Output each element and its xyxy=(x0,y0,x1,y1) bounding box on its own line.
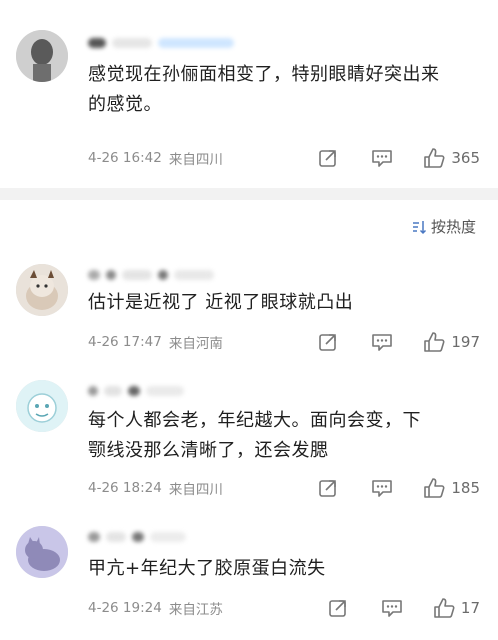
comment-text: 甲亢+年纪大了胶原蛋白流失 xyxy=(88,554,476,584)
username-redacted[interactable] xyxy=(88,264,214,286)
reply-button[interactable] xyxy=(381,598,403,618)
avatar-image xyxy=(16,30,68,82)
comment-actions: 185 xyxy=(317,476,480,500)
share-button[interactable] xyxy=(317,478,339,498)
thumbs-up-icon xyxy=(424,478,445,498)
comment-actions: 17 xyxy=(327,596,480,620)
sort-icon xyxy=(412,220,427,234)
comment-text-line: 的感觉。 xyxy=(88,94,162,115)
comment-meta: 4-26 19:24 来自江苏 xyxy=(88,598,223,618)
avatar-image xyxy=(16,526,68,578)
username-redacted[interactable] xyxy=(88,526,186,548)
comment-location: 来自四川 xyxy=(168,152,223,168)
username-redacted[interactable] xyxy=(88,380,184,402)
comment-item: 每个人都会老，年纪越大。面向会变，下 颚线没那么清晰了，还会发腮 4-26 18… xyxy=(0,370,498,510)
avatar[interactable] xyxy=(16,30,68,82)
comment-date: 4-26 16:42 xyxy=(88,150,162,166)
comment-location: 来自河南 xyxy=(168,336,223,352)
comment-text-line: 甲亢+年纪大了胶原蛋白流失 xyxy=(88,558,326,579)
share-icon xyxy=(329,600,346,617)
comment-item: 估计是近视了 近视了眼球就凸出 4-26 17:47 来自河南 197 xyxy=(0,250,498,362)
comment-date: 4-26 17:47 xyxy=(88,334,162,350)
share-button[interactable] xyxy=(327,598,349,618)
comment-meta: 4-26 17:47 来自河南 xyxy=(88,332,223,352)
reply-icon xyxy=(372,334,393,351)
avatar[interactable] xyxy=(16,264,68,316)
thumbs-up-icon xyxy=(424,332,445,352)
reply-icon xyxy=(372,150,393,167)
like-count: 365 xyxy=(451,149,480,167)
share-icon xyxy=(319,150,337,167)
avatar-image xyxy=(16,380,68,432)
comment-date: 4-26 19:24 xyxy=(88,600,162,616)
reply-button[interactable] xyxy=(371,332,393,352)
share-button[interactable] xyxy=(317,148,339,168)
like-button[interactable]: 365 xyxy=(423,147,480,169)
comment-text: 估计是近视了 近视了眼球就凸出 xyxy=(88,288,476,318)
sort-toggle[interactable]: 按热度 xyxy=(411,216,476,237)
like-button[interactable]: 17 xyxy=(433,597,480,619)
thumbs-up-icon xyxy=(434,598,455,618)
sort-label: 按热度 xyxy=(430,218,476,236)
like-count: 17 xyxy=(460,599,480,617)
comment-date: 4-26 18:24 xyxy=(88,480,162,496)
avatar[interactable] xyxy=(16,380,68,432)
comment-meta: 4-26 18:24 来自四川 xyxy=(88,478,223,498)
comment-text-line: 估计是近视了 近视了眼球就凸出 xyxy=(88,292,354,313)
comment-item: 甲亢+年纪大了胶原蛋白流失 4-26 19:24 来自江苏 17 xyxy=(0,514,498,640)
like-button[interactable]: 185 xyxy=(423,477,480,499)
comment-text: 感觉现在孙俪面相变了，特别眼睛好突出来 的感觉。 xyxy=(88,60,476,120)
share-icon xyxy=(319,334,337,351)
comments-page: 感觉现在孙俪面相变了，特别眼睛好突出来 的感觉。 4-26 16:42 来自四川 xyxy=(0,0,498,640)
like-count: 197 xyxy=(451,333,480,351)
comment-text: 每个人都会老，年纪越大。面向会变，下 颚线没那么清晰了，还会发腮 xyxy=(88,406,476,466)
comment-meta: 4-26 16:42 来自四川 xyxy=(88,148,223,168)
like-count: 185 xyxy=(451,479,480,497)
comment-location: 来自四川 xyxy=(168,482,223,498)
section-separator xyxy=(0,188,498,200)
username-redacted[interactable] xyxy=(88,32,234,54)
comment-text-line: 颚线没那么清晰了，还会发腮 xyxy=(88,440,329,461)
avatar-image xyxy=(16,264,68,316)
reply-button[interactable] xyxy=(371,148,393,168)
comment-text-line: 每个人都会老，年纪越大。面向会变，下 xyxy=(88,410,421,431)
reply-icon xyxy=(372,480,393,497)
comment-text-line: 感觉现在孙俪面相变了，特别眼睛好突出来 xyxy=(88,64,440,85)
comment-actions: 365 xyxy=(317,146,480,170)
share-icon xyxy=(319,480,337,497)
avatar[interactable] xyxy=(16,526,68,578)
like-button[interactable]: 197 xyxy=(423,331,480,353)
comment-item: 感觉现在孙俪面相变了，特别眼睛好突出来 的感觉。 4-26 16:42 来自四川 xyxy=(0,0,498,188)
share-button[interactable] xyxy=(317,332,339,352)
reply-button[interactable] xyxy=(371,478,393,498)
comment-location: 来自江苏 xyxy=(168,602,223,618)
reply-icon xyxy=(382,600,402,617)
thumbs-up-icon xyxy=(424,148,445,168)
comment-actions: 197 xyxy=(317,330,480,354)
